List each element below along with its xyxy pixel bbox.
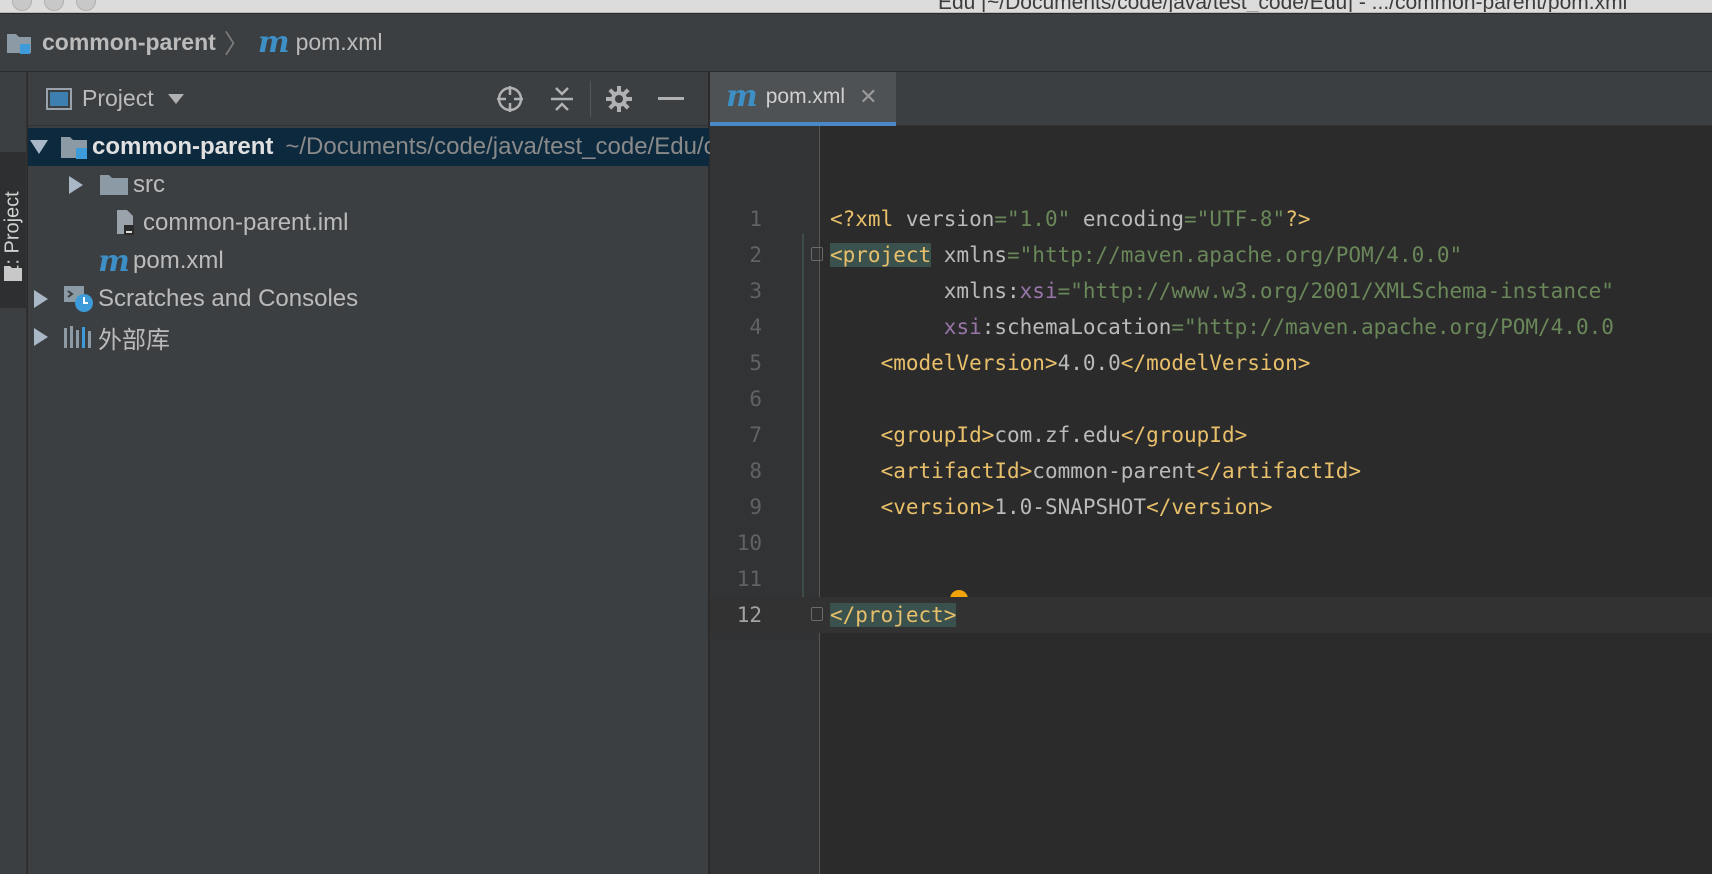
- folder-icon: [3, 264, 23, 287]
- code-line: 4 xsi:schemaLocation="http://maven.apach…: [710, 309, 1712, 345]
- code-line: 6: [710, 381, 1712, 417]
- line-number: 2: [749, 243, 762, 267]
- code-line: 7 <groupId>com.zf.edu</groupId>: [710, 417, 1712, 453]
- zoom-window-button[interactable]: [76, 0, 96, 11]
- collapsed-arrow-icon[interactable]: [65, 166, 87, 204]
- collapsed-arrow-icon[interactable]: [30, 280, 52, 318]
- gear-icon: [605, 85, 633, 113]
- tab-label: pom.xml: [765, 85, 846, 108]
- code-line: 10: [710, 525, 1712, 561]
- line-number: 5: [749, 351, 762, 375]
- tree-item-scratches[interactable]: Scratches and Consoles: [28, 280, 709, 318]
- locate-file-button[interactable]: [484, 79, 536, 119]
- tree-item-label: common-parent: [92, 133, 274, 160]
- nav-project-label: common-parent: [42, 29, 216, 55]
- nav-file-label: pom.xml: [295, 29, 383, 55]
- collapsed-arrow-icon[interactable]: [30, 318, 52, 356]
- toolbar-divider: [590, 81, 591, 117]
- maven-icon: m: [257, 24, 290, 60]
- code-line: 8 <artifactId>common-parent</artifactId>: [710, 453, 1712, 489]
- editor-area: m pom.xml ✕ 1 <?xml version="1.0" encodi…: [710, 72, 1712, 874]
- code-line: 1 <?xml version="1.0" encoding="UTF-8"?>: [710, 201, 1712, 237]
- line-number: 7: [749, 423, 762, 447]
- minimize-window-button[interactable]: [44, 0, 64, 11]
- tab-pom-xml[interactable]: m pom.xml ✕: [710, 72, 896, 126]
- tree-item-external-libraries[interactable]: 外部库: [28, 318, 709, 356]
- collapse-all-icon: [549, 85, 575, 113]
- line-number: 12: [736, 603, 762, 627]
- line-number: 10: [736, 531, 762, 555]
- line-number: 8: [749, 459, 762, 483]
- editor-tab-bar: m pom.xml ✕: [710, 72, 1712, 126]
- tree-item-label: common-parent.iml: [143, 209, 349, 236]
- line-number: 1: [749, 207, 762, 231]
- tree-item-label: src: [133, 171, 165, 198]
- folder-icon: [97, 170, 131, 200]
- scratches-icon: [62, 284, 96, 314]
- fold-toggle-icon[interactable]: [811, 247, 823, 261]
- libraries-icon: [62, 322, 96, 352]
- maven-icon: m: [726, 79, 758, 114]
- project-view-label: Project: [82, 85, 154, 111]
- expanded-arrow-icon[interactable]: [30, 128, 48, 166]
- breadcrumb-separator: 〉: [223, 29, 250, 59]
- iml-file-icon: [107, 208, 141, 238]
- nav-file-crumb[interactable]: m pom.xml: [257, 24, 383, 60]
- minimize-icon: [658, 96, 684, 102]
- code-line: 3 xmlns:xsi="http://www.w3.org/2001/XMLS…: [710, 273, 1712, 309]
- window-title: Edu [~/Documents/code/java/test_code/Edu…: [938, 0, 1628, 13]
- maven-icon: m: [98, 243, 130, 279]
- fold-toggle-icon[interactable]: [811, 607, 823, 621]
- tree-item-src[interactable]: src: [28, 166, 709, 204]
- line-number: 6: [749, 387, 762, 411]
- project-panel: Project common-parent ~/Documents/code/j…: [28, 72, 872, 874]
- hide-panel-button[interactable]: [645, 79, 697, 119]
- line-number: 4: [749, 315, 762, 339]
- navigation-bar: common-parent 〉 m pom.xml: [0, 14, 1712, 72]
- tree-item-label: 外部库: [98, 326, 170, 354]
- code-line: 5 <modelVersion>4.0.0</modelVersion>: [710, 345, 1712, 381]
- nav-project-crumb[interactable]: common-parent: [6, 29, 216, 56]
- close-window-button[interactable]: [12, 0, 32, 11]
- code-line-current: 12 </project>: [710, 597, 1712, 633]
- module-folder-icon: [60, 132, 90, 162]
- project-panel-header: Project: [28, 72, 709, 126]
- line-number: 11: [736, 567, 762, 591]
- chevron-down-icon: [167, 93, 184, 104]
- tree-item-common-parent[interactable]: common-parent ~/Documents/code/java/test…: [28, 128, 872, 166]
- project-view-icon: [46, 87, 72, 111]
- crosshair-icon: [495, 84, 525, 114]
- code-view[interactable]: 1 <?xml version="1.0" encoding="UTF-8"?>…: [710, 201, 1712, 633]
- tree-item-pom-xml[interactable]: m pom.xml: [28, 242, 709, 280]
- window-title-bar: Edu [~/Documents/code/java/test_code/Edu…: [0, 0, 1712, 13]
- left-tool-stripe: 1: Project: [0, 72, 27, 874]
- line-number: 9: [749, 495, 762, 519]
- project-tree: common-parent ~/Documents/code/java/test…: [28, 128, 872, 356]
- tree-item-common-parent-iml[interactable]: common-parent.iml: [28, 204, 709, 242]
- line-number: 3: [749, 279, 762, 303]
- project-view-selector[interactable]: Project: [46, 85, 184, 112]
- settings-button[interactable]: [593, 79, 645, 119]
- project-tool-window-button[interactable]: 1: Project: [0, 152, 26, 308]
- collapse-all-button[interactable]: [536, 79, 588, 119]
- project-panel-toolbar: [484, 72, 697, 126]
- module-folder-icon: [6, 31, 34, 55]
- code-line: 11: [710, 561, 1712, 616]
- tree-item-label: pom.xml: [133, 247, 224, 274]
- close-icon[interactable]: ✕: [859, 84, 877, 110]
- code-line: 9 <version>1.0-SNAPSHOT</version>: [710, 489, 1712, 525]
- code-line: 2 <project xmlns="http://maven.apache.or…: [710, 237, 1712, 273]
- tree-item-label: Scratches and Consoles: [98, 285, 359, 312]
